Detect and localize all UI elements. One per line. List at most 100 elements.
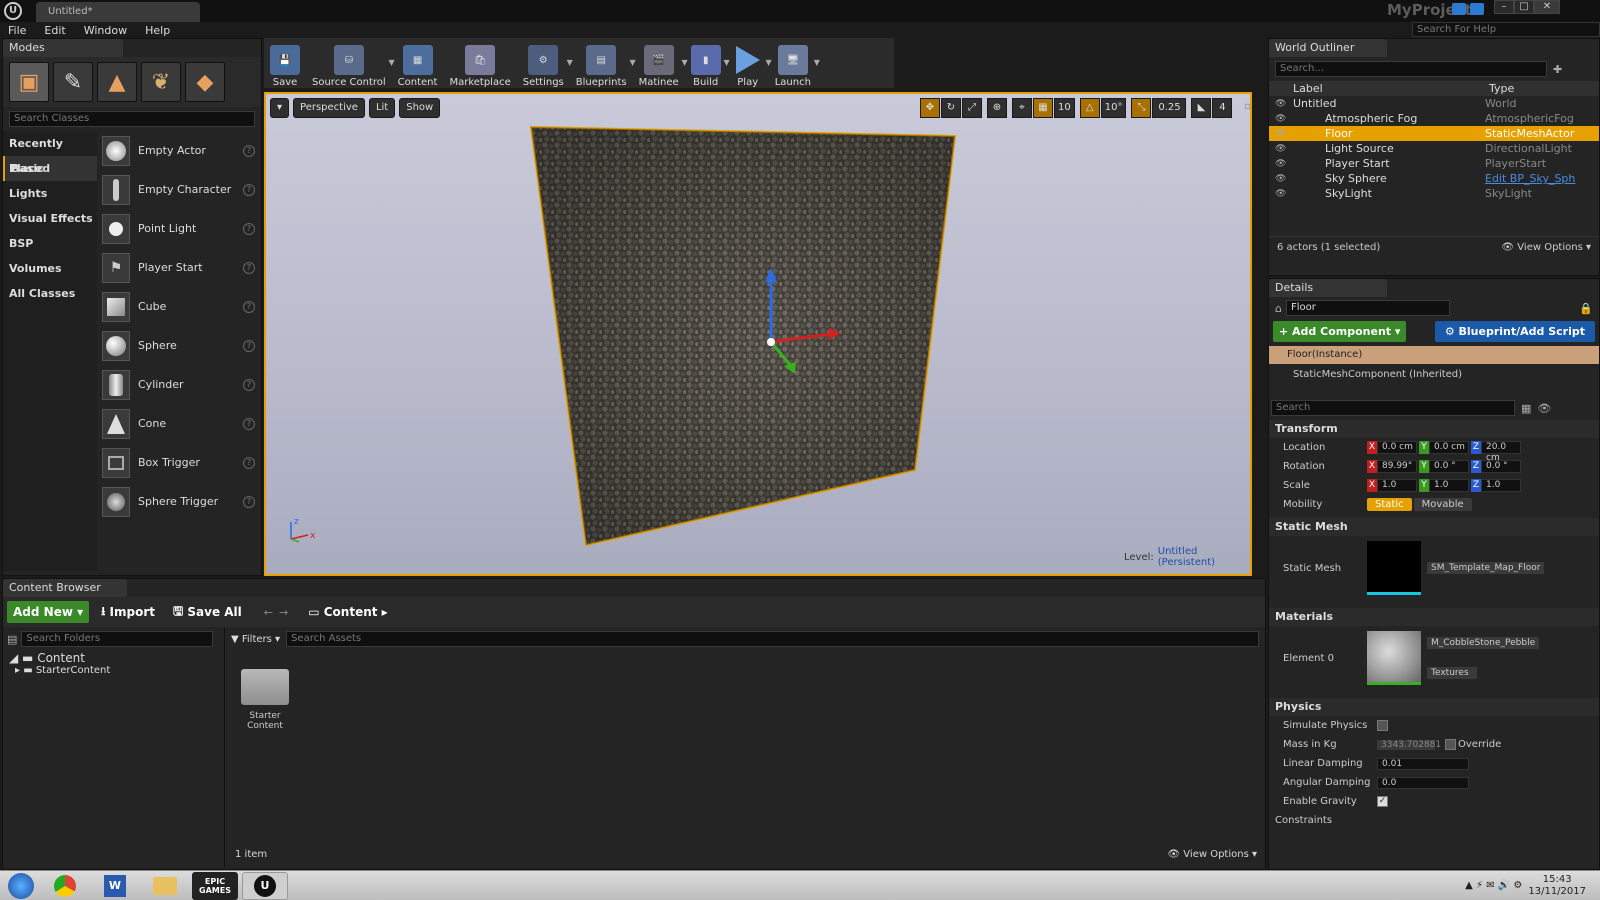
forward-arrow-icon[interactable]: → (279, 606, 288, 619)
class-item[interactable]: Empty Character? (97, 170, 261, 209)
component-row[interactable]: StaticMeshComponent (Inherited) (1269, 364, 1599, 386)
category-all-classes[interactable]: All Classes (3, 281, 97, 306)
word-taskbar-button[interactable]: W (92, 872, 138, 900)
class-item[interactable]: Cube? (97, 287, 261, 326)
rotation-z-field[interactable]: 0.0 ° (1481, 460, 1521, 473)
class-item[interactable]: ⚑ Player Start? (97, 248, 261, 287)
geometry-mode-button[interactable]: ◆ (185, 62, 225, 102)
scale-label[interactable]: Scale (1269, 480, 1367, 491)
content-path-breadcrumb[interactable]: ▭ Content ▸ (302, 601, 393, 623)
visibility-icon[interactable]: 👁 (1275, 189, 1289, 199)
lock-icon[interactable]: 🔒 (1579, 302, 1593, 315)
static-mesh-section[interactable]: Static Mesh (1269, 518, 1599, 536)
place-mode-button[interactable]: ▣ (9, 62, 49, 102)
outliner-search-input[interactable]: Search... (1275, 61, 1547, 77)
property-matrix-icon[interactable]: ▦ (1521, 402, 1531, 415)
category-recently-placed[interactable]: Recently Placed (3, 131, 97, 175)
menu-edit[interactable]: Edit (44, 24, 65, 37)
foliage-mode-button[interactable]: ❦ (141, 62, 181, 102)
help-icon[interactable]: ? (243, 144, 255, 157)
outliner-row-selected[interactable]: 👁 Floor StaticMeshActor (1269, 126, 1599, 141)
marketplace-button[interactable]: 🛍 Marketplace (443, 38, 516, 88)
category-volumes[interactable]: Volumes (3, 256, 97, 281)
details-search-input[interactable]: Search (1271, 400, 1515, 416)
mobility-movable-button[interactable]: Movable (1413, 498, 1472, 511)
unreal-taskbar-button[interactable]: U (242, 871, 288, 900)
clock[interactable]: 15:43 13/11/2017 (1528, 874, 1586, 898)
category-bsp[interactable]: BSP (3, 231, 97, 256)
close-button[interactable]: ✕ (1534, 0, 1560, 14)
explorer-taskbar-button[interactable] (142, 872, 188, 900)
instance-row[interactable]: Floor(Instance) (1269, 346, 1599, 364)
static-mesh-picker[interactable]: SM_Template_Map_Floor (1427, 562, 1545, 574)
outliner-row[interactable]: 👁 SkyLight SkyLight (1269, 186, 1599, 201)
details-tab[interactable]: Details (1269, 279, 1387, 297)
paint-mode-button[interactable]: ✎ (53, 62, 93, 102)
physics-section[interactable]: Physics (1269, 698, 1599, 716)
visibility-icon[interactable]: 👁 (1275, 114, 1289, 124)
asset-tile[interactable]: Starter Content (235, 669, 295, 731)
visibility-icon[interactable]: 👁 (1275, 174, 1289, 184)
material-thumbnail[interactable] (1367, 631, 1421, 685)
location-x-field[interactable]: 0.0 cm (1377, 441, 1417, 454)
level-viewport[interactable]: ▾ Perspective Lit Show ✥ ↻ ⤢ ⊕ ⌖ ▦ 10 △ … (264, 92, 1252, 576)
category-visual-effects[interactable]: Visual Effects (3, 206, 97, 231)
add-component-button[interactable]: + Add Component ▾ (1273, 321, 1407, 342)
material-picker[interactable]: M_CobbleStone_Pebble (1427, 637, 1540, 649)
outliner-row[interactable]: 👁 Untitled World (1269, 96, 1599, 111)
help-icon[interactable]: ? (243, 300, 255, 313)
class-item[interactable]: Box Trigger? (97, 443, 261, 482)
visibility-icon[interactable]: 👁 (1275, 144, 1289, 154)
add-actor-icon[interactable]: ✚ (1553, 63, 1562, 76)
scale-x-field[interactable]: 1.0 (1377, 479, 1417, 492)
textures-dropdown[interactable]: Textures (1427, 667, 1477, 679)
mobility-static-button[interactable]: Static (1367, 498, 1412, 511)
linear-damping-field[interactable]: 0.01 (1377, 757, 1469, 770)
toggle-sources-icon[interactable]: ▤ (7, 633, 17, 646)
simulate-physics-checkbox[interactable] (1377, 720, 1388, 731)
outliner-view-options-button[interactable]: 👁 View Options ▾ (1501, 242, 1591, 253)
mass-override-checkbox[interactable] (1445, 739, 1456, 750)
filters-button[interactable]: ▼ Filters ▾ (231, 634, 280, 645)
class-item[interactable]: Cylinder? (97, 365, 261, 404)
save-all-button[interactable]: 🖫 Save All (167, 601, 248, 623)
search-classes-input[interactable]: Search Classes (9, 111, 255, 127)
help-search-input[interactable]: Search For Help (1412, 22, 1600, 37)
landscape-mode-button[interactable]: ▲ (97, 62, 137, 102)
visibility-icon[interactable]: 👁 (1275, 99, 1289, 109)
mass-field[interactable]: 3343.702881 (1377, 739, 1441, 750)
marketplace-notify-icon[interactable] (1470, 3, 1484, 15)
epic-launcher-taskbar-button[interactable]: EPIC GAMES (192, 871, 238, 900)
outliner-row[interactable]: 👁 Light Source DirectionalLight (1269, 141, 1599, 156)
materials-section[interactable]: Materials (1269, 608, 1599, 626)
help-icon[interactable]: ? (243, 417, 255, 430)
content-view-options-button[interactable]: 👁 View Options ▾ (1167, 849, 1257, 860)
world-outliner-tab[interactable]: World Outliner (1269, 39, 1387, 57)
build-button[interactable]: ▮ Build ▼ (685, 38, 730, 88)
tray-icons[interactable]: ▲ ⚡ ✉ 🔊 ⚙ (1465, 880, 1522, 891)
settings-button[interactable]: ⚙ Settings ▼ (517, 38, 573, 88)
matinee-button[interactable]: 🎬 Matinee ▼ (633, 38, 688, 88)
floor-mesh[interactable]: z x (266, 94, 1250, 574)
menu-window[interactable]: Window (84, 24, 127, 37)
scale-z-field[interactable]: 1.0 (1481, 479, 1521, 492)
help-icon[interactable]: ? (243, 261, 255, 274)
class-item[interactable]: Sphere Trigger? (97, 482, 261, 521)
location-y-field[interactable]: 0.0 cm (1429, 441, 1469, 454)
rotation-x-field[interactable]: 89.99° (1377, 460, 1417, 473)
help-icon[interactable]: ? (243, 495, 255, 508)
visibility-icon[interactable]: 👁 (1275, 159, 1289, 169)
label-column-header[interactable]: Label (1293, 82, 1489, 95)
outliner-row[interactable]: 👁 Player Start PlayerStart (1269, 156, 1599, 171)
class-item[interactable]: Cone? (97, 404, 261, 443)
level-tab[interactable]: Untitled* (36, 2, 200, 22)
visibility-icon[interactable]: 👁 (1275, 129, 1289, 139)
outliner-row[interactable]: 👁 Atmospheric Fog AtmosphericFog (1269, 111, 1599, 126)
constraints-row[interactable]: Constraints (1269, 811, 1599, 830)
help-icon[interactable]: ? (243, 378, 255, 391)
edit-blueprint-link[interactable]: Edit BP_Sky_Sph (1485, 172, 1575, 185)
import-button[interactable]: ⭳ Import (95, 601, 161, 623)
help-icon[interactable]: ? (243, 339, 255, 352)
content-button[interactable]: ▦ Content (392, 38, 444, 88)
back-arrow-icon[interactable]: ← (264, 606, 273, 619)
